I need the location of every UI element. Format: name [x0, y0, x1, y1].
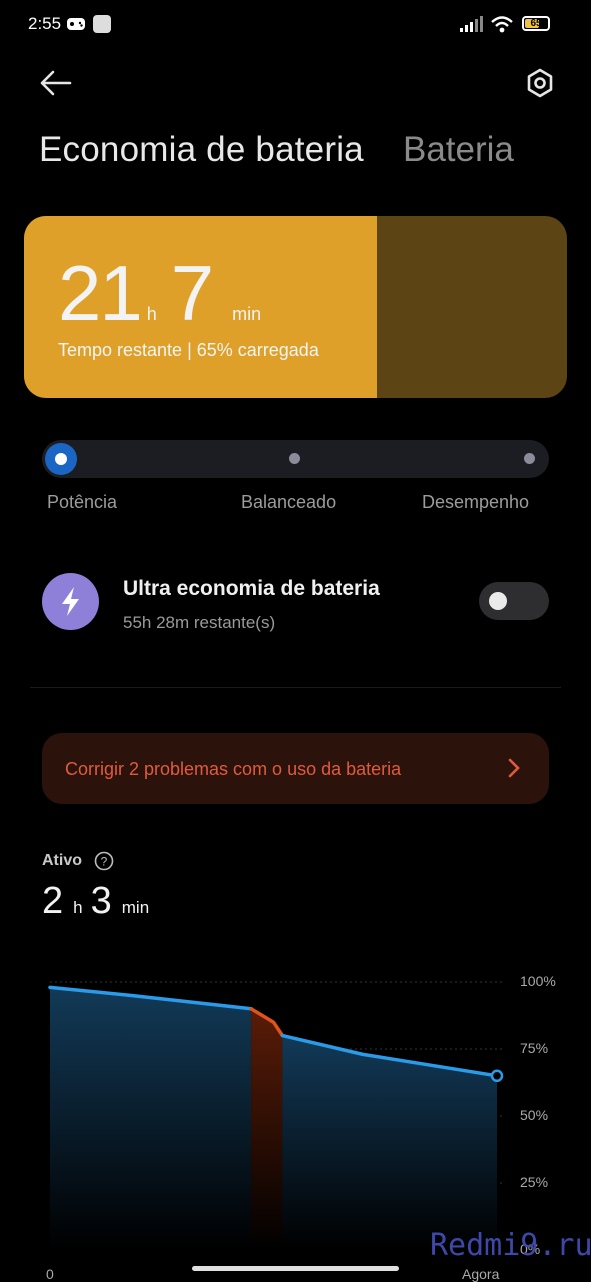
watermark: Redmi9.ru	[430, 1228, 591, 1263]
active-label: Ativo	[42, 852, 82, 869]
mode-label-performance[interactable]: Desempenho	[422, 492, 529, 513]
y-tick-75: 75%	[520, 1040, 549, 1056]
mode-dot-performance[interactable]	[524, 453, 535, 464]
tab-battery-saver[interactable]: Economia de bateria	[39, 130, 364, 170]
active-minutes: 3	[90, 880, 112, 922]
chart-current-point	[490, 1069, 504, 1083]
toggle-knob	[489, 592, 507, 610]
app-notification-icon	[93, 15, 111, 33]
remaining-minutes: 7	[170, 249, 214, 337]
back-arrow-icon[interactable]	[38, 68, 74, 98]
tab-battery[interactable]: Bateria	[403, 130, 514, 170]
mode-dot-balanced[interactable]	[289, 453, 300, 464]
chevron-right-icon	[508, 758, 520, 778]
settings-icon[interactable]	[524, 67, 556, 99]
y-tick-25: 25%	[520, 1174, 549, 1190]
game-controller-icon	[67, 18, 85, 30]
minutes-unit: min	[232, 304, 262, 324]
hours-unit: h	[146, 304, 157, 324]
ultra-saver-title: Ultra economia de bateria	[123, 577, 380, 600]
fix-issues-banner[interactable]: Corrigir 2 problemas com o uso da bateri…	[42, 733, 549, 804]
signal-icon	[460, 16, 483, 32]
mode-label-power[interactable]: Potência	[47, 492, 117, 513]
ultra-saver-toggle[interactable]	[479, 582, 549, 620]
active-minutes-unit: min	[121, 898, 150, 917]
ultra-saver-icon-circle	[42, 573, 99, 630]
active-hours-unit: h	[73, 898, 83, 917]
active-time: 2 h 3 min	[42, 880, 149, 923]
home-indicator[interactable]	[192, 1266, 399, 1271]
remaining-hours: 21	[58, 249, 143, 337]
y-tick-100: 100%	[520, 973, 556, 989]
divider	[30, 687, 561, 688]
ultra-saver-subtitle: 55h 28m restante(s)	[123, 613, 276, 632]
fix-issues-text: Corrigir 2 problemas com o uso da bateri…	[65, 759, 402, 779]
lightning-bolt-icon	[62, 587, 79, 616]
wifi-icon	[491, 16, 513, 33]
svg-text:?: ?	[101, 855, 108, 869]
chart-area-0	[50, 987, 252, 1250]
chart-area-1	[251, 1008, 283, 1250]
y-tick-50: 50%	[520, 1107, 549, 1123]
battery-time-card: 21 h 7 min Tempo restante | 65% carregada	[24, 216, 567, 398]
remaining-time: 21 h 7 min	[58, 248, 261, 339]
help-icon[interactable]: ?	[94, 851, 114, 871]
mode-label-balanced[interactable]: Balanceado	[241, 492, 336, 513]
power-mode-thumb[interactable]	[45, 443, 77, 475]
chart-area-2	[282, 1035, 497, 1250]
active-hours: 2	[42, 880, 64, 922]
status-time: 2:55	[28, 14, 62, 33]
battery-icon: 65	[522, 16, 550, 31]
remaining-subtitle: Tempo restante | 65% carregada	[58, 340, 319, 360]
